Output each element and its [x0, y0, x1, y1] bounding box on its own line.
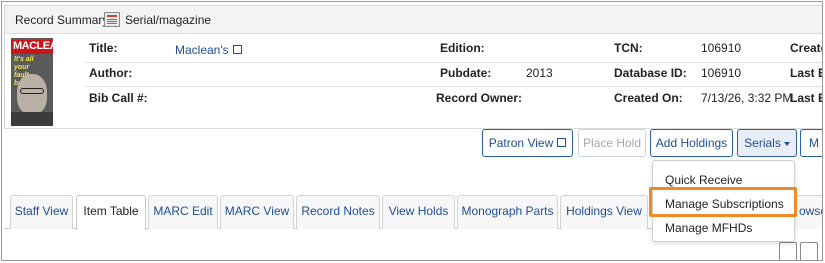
menu-item-manage-mfhds[interactable]: Manage MFHDs — [665, 221, 752, 235]
format-label: Serial/magazine — [125, 13, 212, 27]
row-divider — [85, 62, 822, 63]
tab-holdings-view[interactable]: Holdings View — [560, 195, 648, 229]
menu-item-quick-receive[interactable]: Quick Receive — [665, 173, 742, 187]
cover-glasses — [20, 88, 44, 94]
row-divider — [85, 86, 822, 87]
cover-masthead: MACLEAN'S — [11, 40, 53, 54]
record-frame: Record Summary Serial/magazine MACLEAN'S… — [1, 1, 823, 261]
created-on-label: Created On: — [614, 91, 683, 105]
last-edited-by-label: Last E — [790, 66, 823, 80]
tab-item-table[interactable]: Item Table — [76, 195, 146, 230]
highlight-outline — [649, 187, 797, 217]
cover-tagline: It's all your fault, boomers — [14, 56, 44, 87]
place-hold-button[interactable]: Place Hold — [578, 129, 646, 157]
tcn-label: TCN: — [614, 41, 643, 55]
external-link-icon — [557, 138, 567, 147]
cover-shirt — [11, 112, 53, 126]
cover-portrait — [17, 74, 47, 114]
edition-label: Edition: — [440, 41, 485, 55]
pager-button[interactable] — [800, 242, 818, 260]
tab-monograph-parts[interactable]: Monograph Parts — [457, 195, 558, 229]
database-id-label: Database ID: — [614, 66, 687, 80]
record-summary-header: Record Summary Serial/magazine — [5, 6, 822, 34]
patron-view-button[interactable]: Patron View — [482, 129, 573, 157]
tab-record-notes[interactable]: Record Notes — [296, 195, 380, 229]
tab-marc-edit[interactable]: MARC Edit — [148, 195, 218, 229]
author-label: Author: — [89, 66, 133, 80]
pubdate-value: 2013 — [526, 66, 553, 80]
more-button[interactable]: M — [800, 129, 822, 157]
add-holdings-button[interactable]: Add Holdings — [650, 129, 733, 157]
external-link-icon — [232, 45, 242, 54]
serial-magazine-icon — [104, 12, 120, 27]
pubdate-label: Pubdate: — [440, 66, 492, 80]
serials-dropdown-button[interactable]: Serials — [737, 129, 797, 157]
tab-view-holds[interactable]: View Holds — [382, 195, 455, 229]
tab-marc-view[interactable]: MARC View — [220, 195, 294, 229]
title-label: Title: — [89, 41, 118, 55]
last-edited-on-label: Last E — [790, 91, 823, 105]
pager-button[interactable] — [779, 242, 797, 260]
record-summary-panel: Record Summary Serial/magazine MACLEAN'S… — [4, 5, 823, 129]
caret-down-icon — [783, 141, 790, 146]
record-owner-label: Record Owner: — [436, 91, 523, 105]
created-by-label: Create — [790, 41, 822, 55]
cover-image: MACLEAN'S It's all your fault, boomers — [11, 38, 53, 126]
record-summary-title: Record Summary — [15, 13, 109, 27]
tab-staff-view[interactable]: Staff View — [10, 195, 73, 229]
title-link[interactable]: Maclean's — [175, 43, 242, 57]
bib-call-label: Bib Call #: — [89, 91, 148, 105]
database-id-value: 106910 — [701, 66, 742, 80]
tcn-value: 106910 — [701, 41, 742, 55]
created-on-value: 7/13/26, 3:32 PM — [701, 91, 793, 105]
